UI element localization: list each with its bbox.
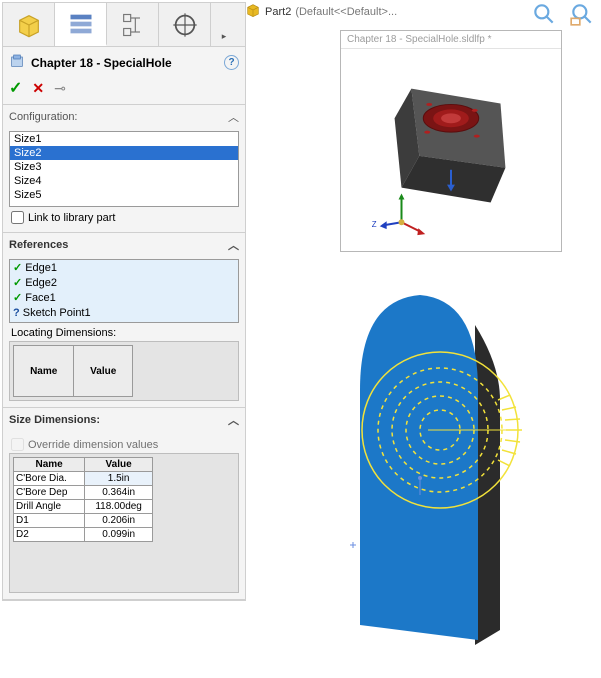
- triad-icon[interactable]: Z: [372, 194, 425, 236]
- preview-viewport[interactable]: Z: [341, 49, 561, 247]
- tab-property-manager[interactable]: [55, 3, 107, 46]
- breadcrumb: ▸ Part2 (Default<<Default>...: [236, 2, 397, 21]
- locating-dimensions-area: Name Value: [9, 341, 239, 401]
- zoom-fit-icon[interactable]: [531, 1, 557, 30]
- configuration-label: Configuration:: [9, 111, 78, 123]
- locating-dimensions-label: Locating Dimensions:: [9, 323, 239, 341]
- size-dimensions-header[interactable]: Size Dimensions: ︿: [3, 408, 245, 432]
- override-dimensions-label: Override dimension values: [28, 439, 158, 451]
- main-viewport[interactable]: [300, 270, 580, 670]
- breadcrumb-part[interactable]: Part2: [265, 6, 291, 18]
- references-listbox[interactable]: ✓Edge1✓Edge2✓Face1?Sketch Point1: [9, 259, 239, 323]
- pin-button[interactable]: ⊸: [54, 80, 66, 97]
- table-row[interactable]: Drill Angle118.00deg: [14, 500, 153, 514]
- link-library-checkbox[interactable]: [11, 211, 24, 224]
- reference-item[interactable]: ✓Edge2: [13, 276, 235, 291]
- locating-dimensions-table[interactable]: Name Value: [13, 345, 133, 397]
- check-icon: ✓: [13, 291, 22, 306]
- config-item[interactable]: Size1: [10, 132, 238, 146]
- config-item[interactable]: Size3: [10, 160, 238, 174]
- references-header[interactable]: References ︿: [3, 233, 245, 257]
- chevron-right-icon: ▸: [222, 31, 227, 42]
- svg-text:Z: Z: [372, 220, 377, 229]
- chevron-up-icon: ︿: [228, 412, 239, 428]
- preview-window[interactable]: Chapter 18 - SpecialHole.sldlfp * Z: [340, 30, 562, 252]
- zoom-toolbar: [531, 1, 595, 30]
- panel-title: Chapter 18 - SpecialHole: [31, 56, 218, 70]
- size-dimensions-section: Size Dimensions: ︿ Override dimension va…: [3, 407, 245, 600]
- tab-overflow[interactable]: ▸: [211, 3, 237, 46]
- col-value: Value: [85, 458, 153, 472]
- question-icon: ?: [13, 306, 20, 321]
- config-item[interactable]: Size2: [10, 146, 238, 160]
- size-dimensions-label: Size Dimensions:: [9, 414, 100, 426]
- col-name: Name: [14, 458, 85, 472]
- help-icon[interactable]: ?: [224, 55, 239, 70]
- configuration-section: Configuration: ︿ Size1Size2Size3Size4Siz…: [3, 104, 245, 232]
- reference-item[interactable]: ?Sketch Point1: [13, 306, 235, 321]
- size-dimensions-area: Name Value C'Bore Dia.1.5inC'Bore Dep0.3…: [9, 453, 239, 593]
- preview-title: Chapter 18 - SpecialHole.sldlfp *: [341, 31, 561, 49]
- panel-title-row: Chapter 18 - SpecialHole ?: [3, 47, 245, 76]
- check-icon: ✓: [13, 261, 22, 276]
- override-dimensions-checkbox: [11, 438, 24, 451]
- part-icon: [245, 2, 261, 21]
- chevron-up-icon: ︿: [228, 237, 239, 253]
- panel-tabs: ▸: [3, 3, 245, 47]
- col-name: Name: [14, 346, 74, 397]
- reference-item[interactable]: ✓Face1: [13, 291, 235, 306]
- reference-item[interactable]: ✓Edge1: [13, 261, 235, 276]
- check-icon: ✓: [13, 276, 22, 291]
- chevron-up-icon: ︿: [228, 109, 239, 125]
- tab-feature[interactable]: [3, 3, 55, 46]
- config-item[interactable]: Size5: [10, 188, 238, 202]
- accept-button[interactable]: ✓: [9, 78, 22, 98]
- table-row[interactable]: C'Bore Dep0.364in: [14, 486, 153, 500]
- zoom-area-icon[interactable]: [569, 1, 595, 30]
- breadcrumb-config: (Default<<Default>...: [295, 6, 397, 18]
- panel-actions: ✓ ✕ ⊸: [3, 76, 245, 104]
- property-manager-panel: ▸ Chapter 18 - SpecialHole ? ✓ ✕ ⊸ Confi…: [2, 2, 246, 601]
- cancel-button[interactable]: ✕: [32, 80, 44, 97]
- size-dimensions-table[interactable]: Name Value C'Bore Dia.1.5inC'Bore Dep0.3…: [13, 457, 153, 542]
- table-row[interactable]: D20.099in: [14, 528, 153, 542]
- references-label: References: [9, 239, 68, 251]
- tab-configuration[interactable]: [107, 3, 159, 46]
- col-value: Value: [74, 346, 133, 397]
- library-feature-icon: [9, 53, 25, 72]
- configuration-header[interactable]: Configuration: ︿: [3, 105, 245, 129]
- config-item[interactable]: Size4: [10, 174, 238, 188]
- table-row[interactable]: D10.206in: [14, 514, 153, 528]
- tab-dimxpert[interactable]: [159, 3, 211, 46]
- references-section: References ︿ ✓Edge1✓Edge2✓Face1?Sketch P…: [3, 232, 245, 407]
- table-row[interactable]: C'Bore Dia.1.5in: [14, 472, 153, 486]
- link-library-label: Link to library part: [28, 212, 115, 224]
- configuration-listbox[interactable]: Size1Size2Size3Size4Size5: [9, 131, 239, 207]
